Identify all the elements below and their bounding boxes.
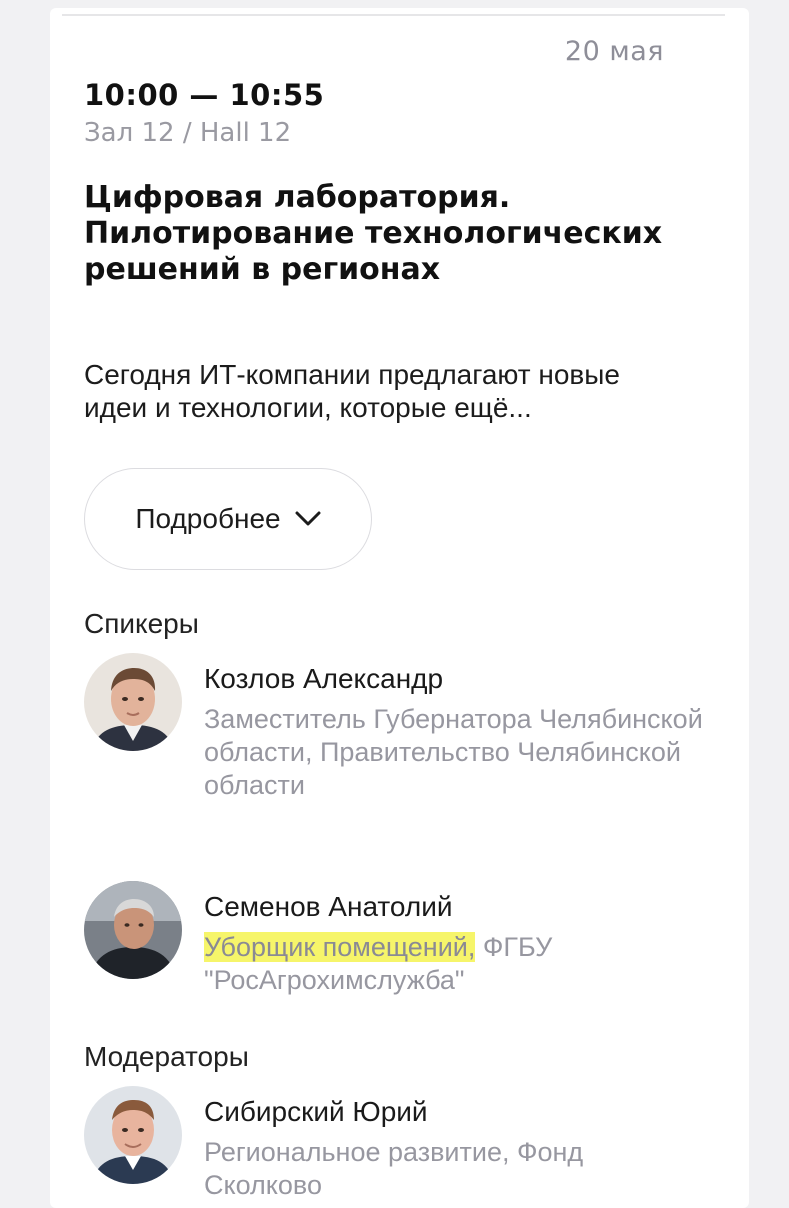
speaker-role: Заместитель Губернатора Челябинской обла…: [204, 704, 703, 800]
more-button-label: Подробнее: [135, 503, 281, 534]
avatar: [84, 881, 182, 979]
highlighted-text: Уборщик помещений,: [204, 932, 476, 962]
top-divider: [62, 14, 725, 16]
moderators-heading: Модераторы: [84, 1041, 249, 1072]
speaker-name: Семенов Анатолий: [204, 891, 453, 922]
speaker-item[interactable]: Козлов Александр Заместитель Губернатора…: [84, 653, 724, 843]
chevron-down-icon: [295, 511, 321, 526]
speakers-heading: Спикеры: [84, 608, 199, 639]
moderator-item[interactable]: Сибирский Юрий Региональное развитие, Фо…: [84, 1086, 724, 1208]
moderator-role: Региональное развитие, Фонд Сколково: [204, 1137, 584, 1200]
speaker-name: Козлов Александр: [204, 663, 444, 694]
avatar: [84, 1086, 182, 1184]
session-hall: Зал 12 / Hall 12: [84, 118, 292, 148]
session-card: 20 мая 10:00 — 10:55 Зал 12 / Hall 12 Ци…: [50, 8, 749, 1208]
moderator-name: Сибирский Юрий: [204, 1096, 428, 1127]
more-button[interactable]: Подробнее: [84, 468, 372, 570]
session-date: 20 мая: [564, 36, 664, 67]
avatar: [84, 653, 182, 751]
session-title: Цифровая лаборатория. Пилотирование техн…: [84, 180, 663, 287]
speaker-role: Уборщик помещений, ФГБУ "РосАгрохимслужб…: [204, 931, 704, 997]
speaker-item[interactable]: Семенов Анатолий Уборщик помещений, ФГБУ…: [84, 881, 724, 1011]
session-time: 10:00 — 10:55: [84, 78, 325, 112]
session-description: Сегодня ИТ-компании предлагают новые иде…: [84, 359, 620, 423]
